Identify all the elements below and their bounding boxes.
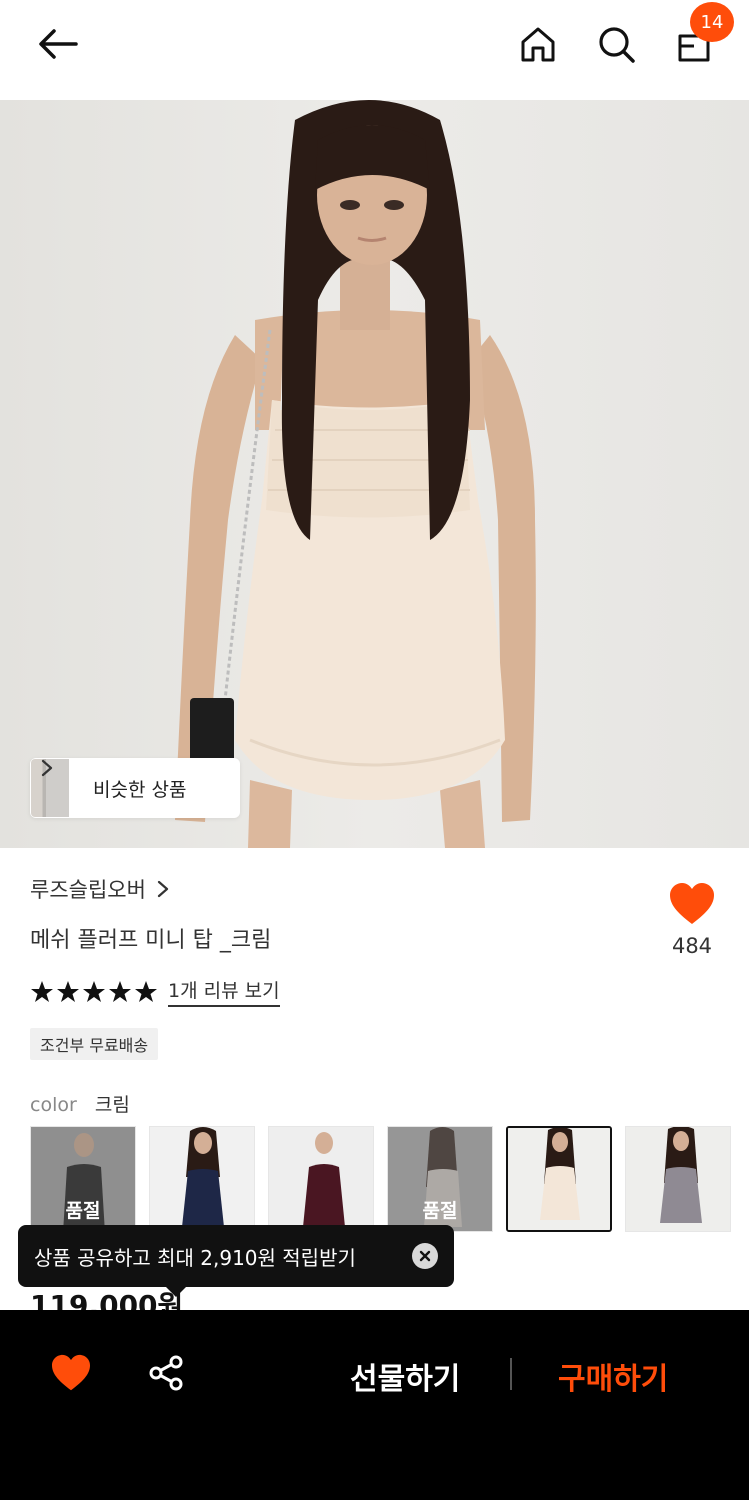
cart-count-badge: 14	[690, 2, 734, 42]
like-count: 484	[671, 934, 713, 958]
star-icon	[57, 980, 79, 1002]
color-swatch[interactable]: 품절	[30, 1126, 136, 1232]
rating-row: 1개 리뷰 보기	[30, 976, 280, 1007]
soldout-label: 품절	[422, 1200, 458, 1222]
star-icon	[31, 980, 53, 1002]
star-icon	[109, 980, 131, 1002]
share-icon	[149, 1355, 183, 1391]
gift-button[interactable]: 선물하기	[350, 1354, 460, 1398]
wishlist-button[interactable]	[50, 1354, 92, 1396]
shipping-tag: 조건부 무료배송	[30, 1028, 159, 1060]
color-selection-label: color 크림	[30, 1090, 130, 1117]
color-swatch[interactable]	[149, 1126, 255, 1232]
brand-name: 루즈슬립오버	[30, 878, 146, 902]
similar-products-label: 비슷한 상품	[93, 778, 187, 801]
color-swatch-list: 품절 품절	[30, 1126, 749, 1234]
color-swatch-selected[interactable]	[506, 1126, 612, 1232]
back-button[interactable]	[36, 22, 80, 66]
product-main-image[interactable]: 비슷한 상품	[0, 100, 749, 848]
model-photo	[175, 100, 536, 848]
search-icon	[599, 27, 635, 63]
star-icon	[83, 980, 105, 1002]
product-price: 119,000원	[30, 1289, 184, 1312]
chevron-right-icon	[41, 759, 53, 777]
color-swatch[interactable]	[625, 1126, 731, 1232]
search-button[interactable]	[594, 22, 638, 66]
tooltip-close-button[interactable]	[412, 1243, 438, 1269]
home-icon	[521, 27, 555, 62]
share-reward-tooltip[interactable]: 상품 공유하고 최대 2,910원 적립받기	[18, 1225, 454, 1297]
swatch-photo	[626, 1127, 730, 1231]
tooltip-text: 상품 공유하고 최대 2,910원 적립받기	[34, 1245, 356, 1270]
similar-products-button[interactable]: 비슷한 상품	[30, 758, 240, 818]
swatch-photo	[508, 1128, 610, 1230]
soldout-label: 품절	[65, 1200, 101, 1222]
close-icon	[419, 1250, 431, 1262]
swatch-photo	[150, 1127, 254, 1231]
product-name: 메쉬 플러프 미니 탑 _크림	[30, 928, 272, 953]
color-key: color	[30, 1094, 77, 1116]
like-button[interactable]: 484	[666, 882, 718, 958]
swatch-photo	[269, 1127, 373, 1231]
heart-icon	[52, 1354, 90, 1391]
star-icon	[135, 980, 157, 1002]
bottom-action-bar: 선물하기 구매하기	[0, 1310, 749, 1500]
heart-icon	[670, 883, 714, 924]
star-rating	[30, 980, 158, 1004]
divider	[510, 1358, 512, 1390]
color-swatch[interactable]: 품절	[387, 1126, 493, 1232]
home-button[interactable]	[516, 22, 560, 66]
buy-button[interactable]: 구매하기	[558, 1354, 668, 1398]
color-value: 크림	[94, 1094, 130, 1116]
chevron-right-icon	[157, 880, 169, 898]
tooltip-arrow	[166, 1287, 186, 1297]
back-arrow-icon	[39, 29, 78, 59]
color-swatch[interactable]	[268, 1126, 374, 1232]
review-link[interactable]: 1개 리뷰 보기	[168, 976, 280, 1007]
share-button[interactable]	[148, 1354, 186, 1396]
top-header: 14	[0, 0, 749, 100]
brand-link[interactable]: 루즈슬립오버	[30, 874, 170, 904]
